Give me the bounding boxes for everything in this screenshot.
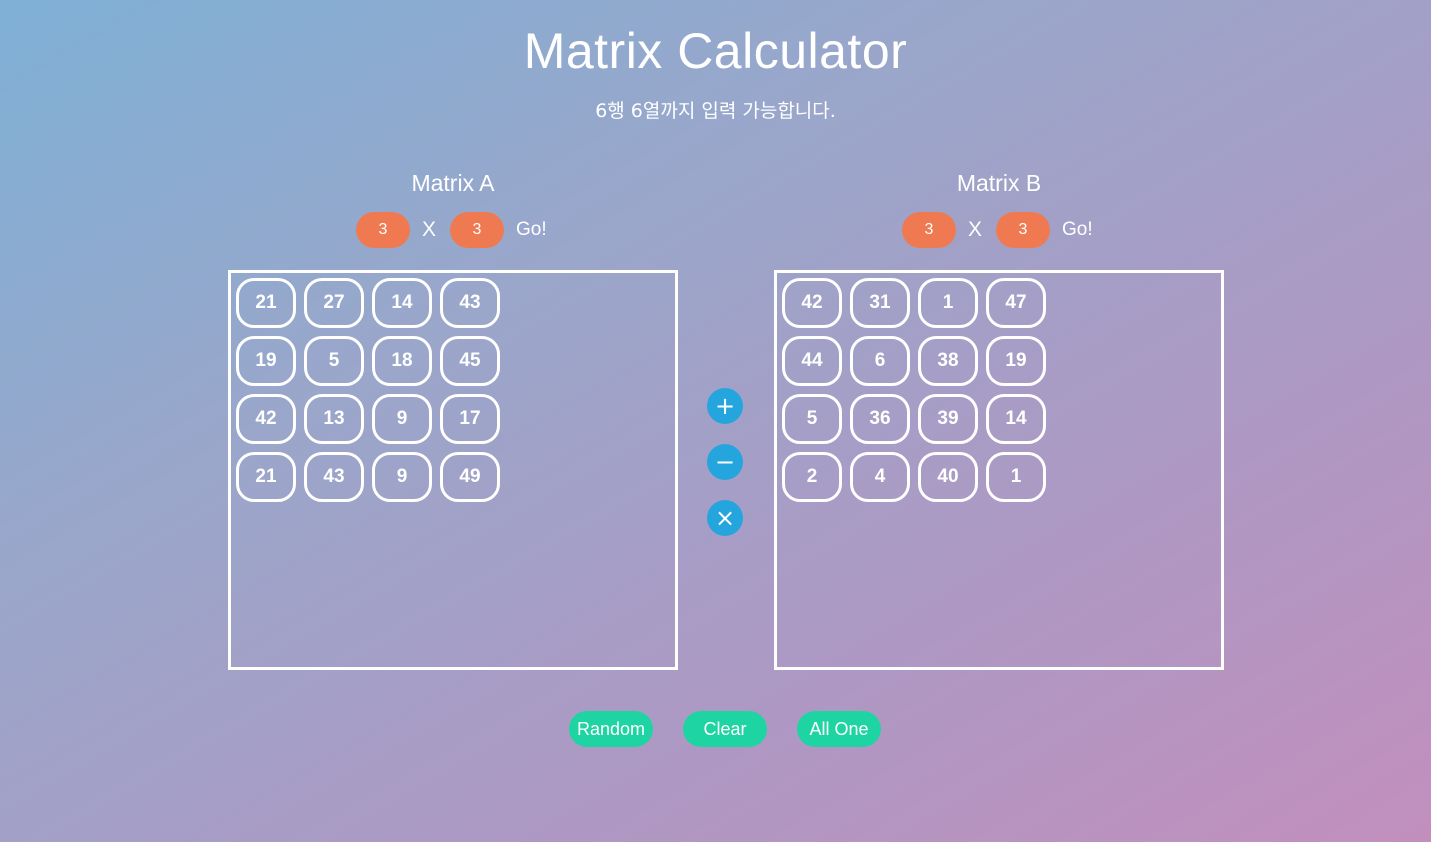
matrix-a-cell[interactable]: 21 bbox=[236, 452, 296, 502]
matrix-b-cell[interactable]: 1 bbox=[986, 452, 1046, 502]
bottom-actions: Random Clear All One bbox=[569, 711, 911, 747]
all-one-button[interactable]: All One bbox=[797, 711, 881, 747]
matrix-b-cell[interactable]: 31 bbox=[850, 278, 910, 328]
matrix-a-cols-input[interactable]: 3 bbox=[450, 212, 504, 248]
matrix-b-grid: 42 31 1 47 44 6 38 19 5 36 39 14 2 4 40 bbox=[782, 278, 1054, 510]
matrix-a-row: 21 43 9 49 bbox=[236, 452, 508, 502]
matrix-a-cell[interactable]: 27 bbox=[304, 278, 364, 328]
matrix-b-dimensions: 3 X 3 Go! bbox=[774, 212, 1224, 250]
matrix-a-cell[interactable]: 13 bbox=[304, 394, 364, 444]
random-button[interactable]: Random bbox=[569, 711, 653, 747]
matrix-a-cell[interactable]: 9 bbox=[372, 452, 432, 502]
matrix-a-cell[interactable]: 5 bbox=[304, 336, 364, 386]
matrix-b-cell[interactable]: 47 bbox=[986, 278, 1046, 328]
matrix-b-cell[interactable]: 38 bbox=[918, 336, 978, 386]
matrix-a-cell[interactable]: 49 bbox=[440, 452, 500, 502]
matrix-a-cell[interactable]: 14 bbox=[372, 278, 432, 328]
matrix-b-box: 42 31 1 47 44 6 38 19 5 36 39 14 2 4 40 bbox=[774, 270, 1224, 670]
matrix-a-row: 19 5 18 45 bbox=[236, 336, 508, 386]
matrix-a-cell[interactable]: 45 bbox=[440, 336, 500, 386]
matrix-a-panel: Matrix A 3 X 3 Go! 21 27 14 43 19 5 18 4… bbox=[228, 168, 678, 670]
matrix-b-cell[interactable]: 36 bbox=[850, 394, 910, 444]
matrix-a-cell[interactable]: 21 bbox=[236, 278, 296, 328]
times-icon: X bbox=[422, 218, 437, 241]
operation-buttons: + − × bbox=[707, 388, 743, 556]
matrix-b-rows-input[interactable]: 3 bbox=[902, 212, 956, 248]
matrix-a-cell[interactable]: 19 bbox=[236, 336, 296, 386]
matrix-b-cell[interactable]: 40 bbox=[918, 452, 978, 502]
matrix-a-dimensions: 3 X 3 Go! bbox=[228, 212, 678, 250]
matrix-b-cols-input[interactable]: 3 bbox=[996, 212, 1050, 248]
matrix-a-box: 21 27 14 43 19 5 18 45 42 13 9 17 21 43 … bbox=[228, 270, 678, 670]
matrix-a-row: 21 27 14 43 bbox=[236, 278, 508, 328]
page-title: Matrix Calculator bbox=[523, 23, 908, 79]
matrix-a-cell[interactable]: 18 bbox=[372, 336, 432, 386]
matrix-b-go-button[interactable]: Go! bbox=[1062, 212, 1093, 248]
matrix-b-panel: Matrix B 3 X 3 Go! 42 31 1 47 44 6 38 19… bbox=[774, 168, 1224, 670]
add-button[interactable]: + bbox=[707, 388, 743, 424]
matrix-a-rows-input[interactable]: 3 bbox=[356, 212, 410, 248]
matrix-b-cell[interactable]: 4 bbox=[850, 452, 910, 502]
clear-button[interactable]: Clear bbox=[683, 711, 767, 747]
times-icon: X bbox=[968, 218, 983, 241]
matrix-a-cell[interactable]: 43 bbox=[304, 452, 364, 502]
multiply-button[interactable]: × bbox=[707, 500, 743, 536]
matrix-b-cell[interactable]: 6 bbox=[850, 336, 910, 386]
matrix-a-go-button[interactable]: Go! bbox=[516, 212, 547, 248]
matrix-b-row: 2 4 40 1 bbox=[782, 452, 1054, 502]
matrix-b-cell[interactable]: 39 bbox=[918, 394, 978, 444]
matrix-b-cell[interactable]: 2 bbox=[782, 452, 842, 502]
matrix-b-cell[interactable]: 1 bbox=[918, 278, 978, 328]
matrix-b-row: 44 6 38 19 bbox=[782, 336, 1054, 386]
page-subtitle: 6행 6열까지 입력 가능합니다. bbox=[595, 100, 836, 122]
matrix-b-cell[interactable]: 44 bbox=[782, 336, 842, 386]
matrix-a-row: 42 13 9 17 bbox=[236, 394, 508, 444]
matrix-b-row: 42 31 1 47 bbox=[782, 278, 1054, 328]
matrix-b-cell[interactable]: 42 bbox=[782, 278, 842, 328]
subtract-button[interactable]: − bbox=[707, 444, 743, 480]
matrix-b-cell[interactable]: 14 bbox=[986, 394, 1046, 444]
matrix-a-cell[interactable]: 43 bbox=[440, 278, 500, 328]
matrix-b-title: Matrix B bbox=[956, 170, 1042, 196]
matrix-a-cell[interactable]: 9 bbox=[372, 394, 432, 444]
matrix-a-grid: 21 27 14 43 19 5 18 45 42 13 9 17 21 43 … bbox=[236, 278, 508, 510]
matrix-a-cell[interactable]: 17 bbox=[440, 394, 500, 444]
matrix-b-cell[interactable]: 5 bbox=[782, 394, 842, 444]
matrix-b-cell[interactable]: 19 bbox=[986, 336, 1046, 386]
matrix-b-row: 5 36 39 14 bbox=[782, 394, 1054, 444]
matrix-a-title: Matrix A bbox=[411, 170, 495, 196]
matrix-a-cell[interactable]: 42 bbox=[236, 394, 296, 444]
